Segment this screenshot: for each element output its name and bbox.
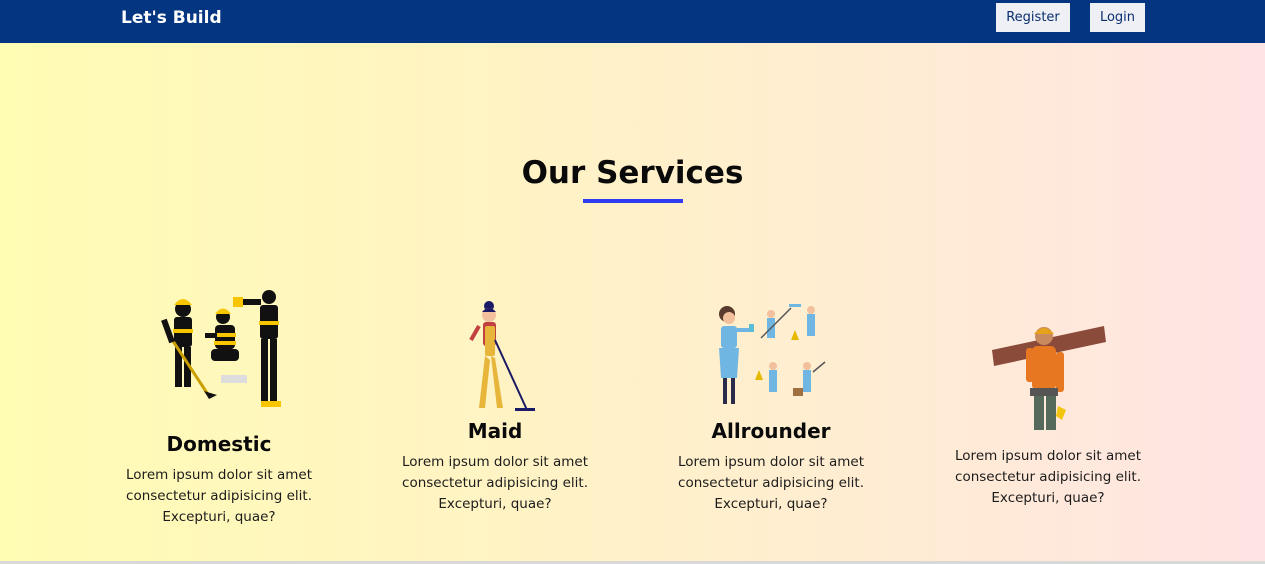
- service-card-allrounder: Allrounder Lorem ipsum dolor sit amet co…: [656, 300, 886, 515]
- maid-mopping-illustration: [455, 300, 537, 412]
- service-title: Maid: [467, 419, 523, 443]
- service-description: Lorem ipsum dolor sit amet consectetur a…: [126, 467, 312, 525]
- service-title: Domestic: [166, 432, 272, 456]
- service-description: Lorem ipsum dolor sit amet consectetur a…: [402, 454, 588, 512]
- service-card-domestic: Domestic Lorem ipsum dolor sit amet cons…: [104, 285, 334, 528]
- service-card-maid: Maid Lorem ipsum dolor sit amet consecte…: [380, 300, 610, 515]
- carpenter-carrying-plank-illustration: [990, 320, 1106, 432]
- service-description: Lorem ipsum dolor sit amet consectetur a…: [955, 448, 1141, 506]
- section-title: Our Services: [521, 155, 744, 191]
- service-card-carpenter: Lorem ipsum dolor sit amet consectetur a…: [933, 320, 1163, 509]
- construction-workers-illustration: [149, 285, 289, 425]
- title-underline: [583, 199, 683, 203]
- navbar: Let's Build Register Login: [0, 0, 1265, 43]
- login-button[interactable]: Login: [1090, 3, 1145, 32]
- service-description: Lorem ipsum dolor sit amet consectetur a…: [678, 454, 864, 512]
- service-title: Allrounder: [711, 419, 831, 443]
- cleaning-staff-illustration: [709, 300, 833, 412]
- brand-logo[interactable]: Let's Build: [121, 8, 222, 28]
- register-button[interactable]: Register: [996, 3, 1070, 32]
